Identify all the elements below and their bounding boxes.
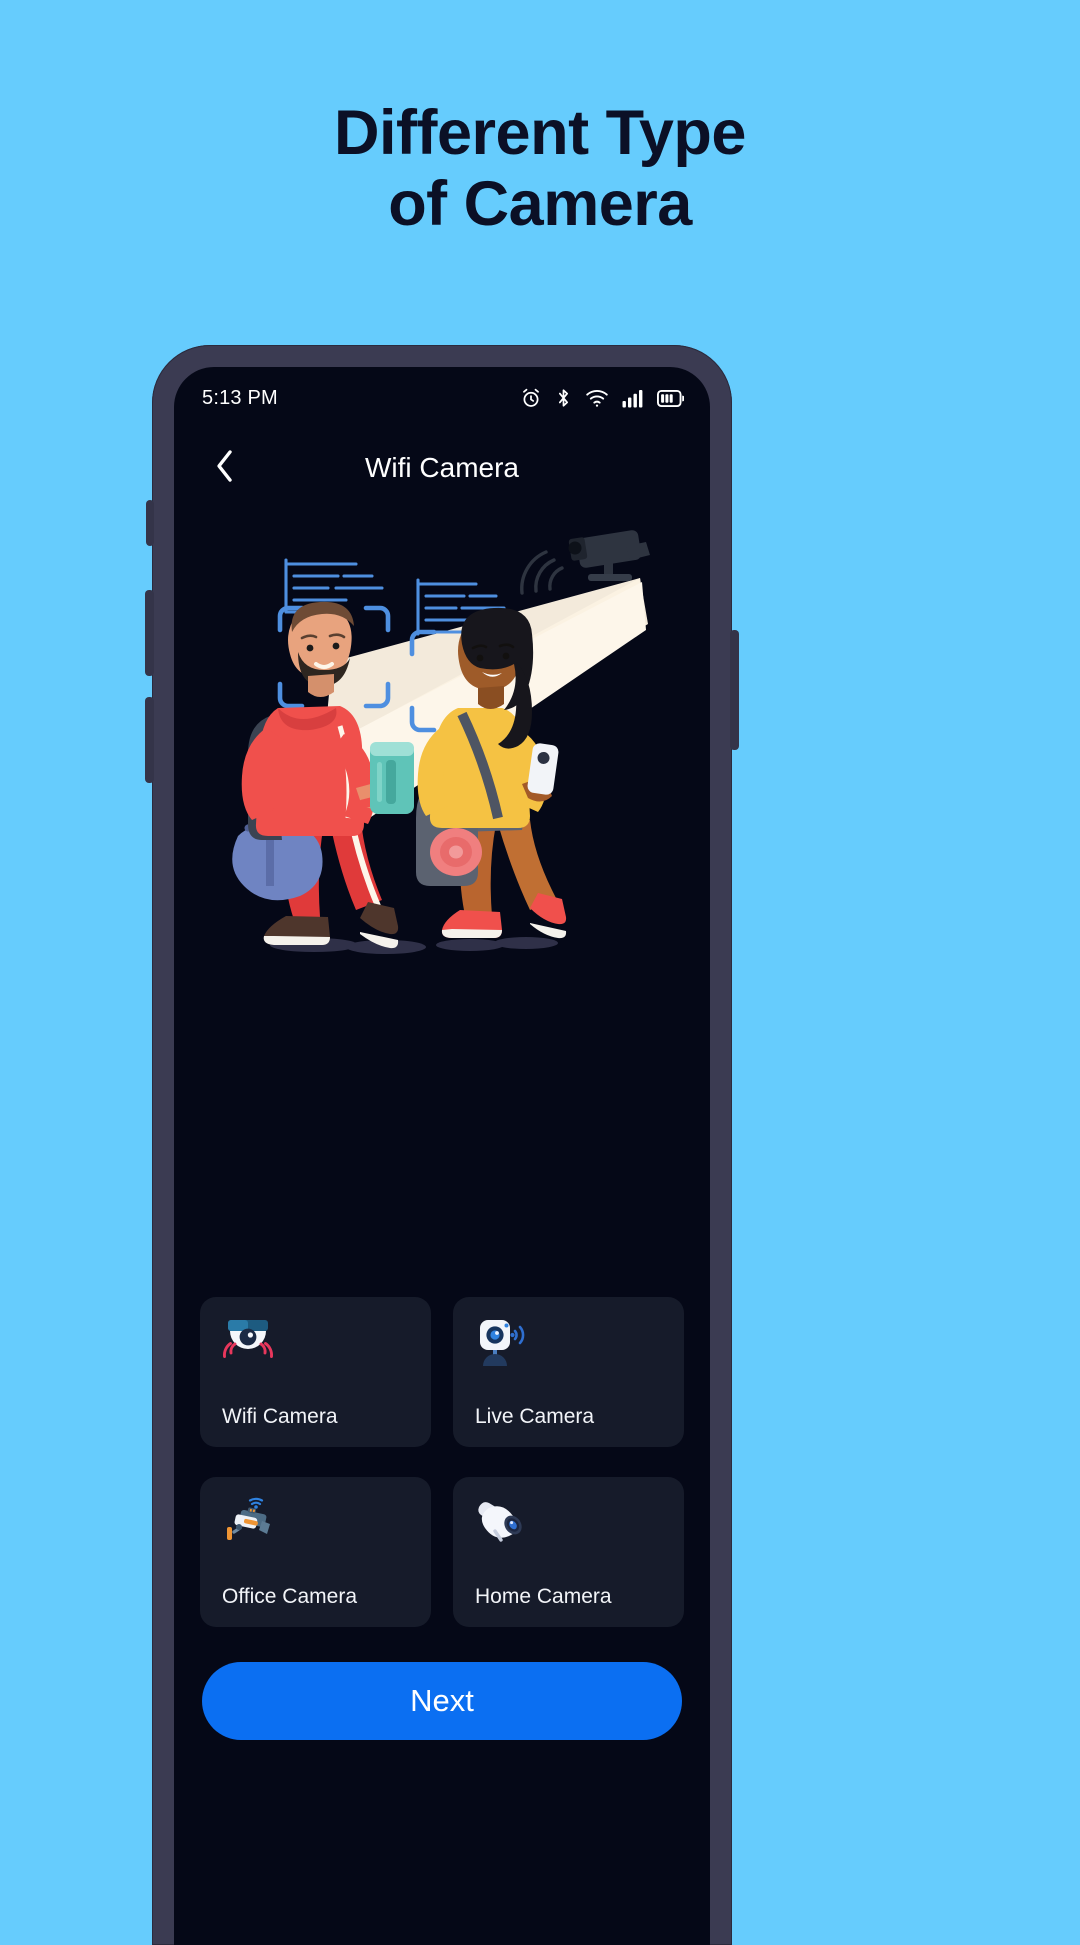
travel-mug (370, 742, 414, 814)
app-header: Wifi Camera (174, 429, 710, 507)
next-button[interactable]: Next (202, 1662, 682, 1740)
phone-screen: 5:13 PM Wifi Camera Wifi Camera Live Cam… (174, 367, 710, 1945)
bullet-camera-icon (475, 1497, 531, 1549)
ptz-camera-icon (222, 1497, 278, 1549)
power-button[interactable] (730, 630, 739, 750)
bluetooth-icon (555, 387, 572, 409)
mute-switch[interactable] (146, 500, 154, 546)
surveillance-cctv-illustration (174, 512, 710, 1022)
back-button[interactable] (202, 445, 248, 491)
status-bar: 5:13 PM (174, 367, 710, 429)
wifi-icon (585, 388, 609, 408)
page-title: Different Type of Camera (0, 98, 1080, 239)
volume-down-button[interactable] (145, 697, 154, 783)
camera-card-live[interactable]: Live Camera (453, 1297, 684, 1447)
camera-card-wifi[interactable]: Wifi Camera (200, 1297, 431, 1447)
dome-camera-icon (222, 1317, 278, 1369)
webcam-icon (475, 1317, 531, 1369)
camera-type-grid: Wifi Camera Live Camera Office Camera Ho… (200, 1297, 684, 1627)
battery-icon (657, 389, 684, 407)
camera-card-label: Home Camera (475, 1585, 612, 1608)
camera-card-label: Live Camera (475, 1405, 595, 1428)
page-title-line-2: of Camera (388, 168, 692, 239)
chevron-left-icon (213, 446, 237, 491)
status-time: 5:13 PM (202, 386, 278, 409)
alarm-icon (520, 387, 542, 409)
camera-card-office[interactable]: Office Camera (200, 1477, 431, 1627)
cellular-signal-icon (622, 388, 644, 408)
camera-card-label: Wifi Camera (222, 1405, 338, 1428)
volume-up-button[interactable] (145, 590, 154, 676)
status-icon-group (520, 387, 684, 409)
phone-mockup: 5:13 PM Wifi Camera Wifi Camera Live Cam… (145, 345, 739, 1945)
camera-card-label: Office Camera (222, 1585, 357, 1608)
app-title: Wifi Camera (364, 452, 519, 483)
page-title-line-1: Different Type (334, 98, 746, 168)
camera-card-home[interactable]: Home Camera (453, 1477, 684, 1627)
